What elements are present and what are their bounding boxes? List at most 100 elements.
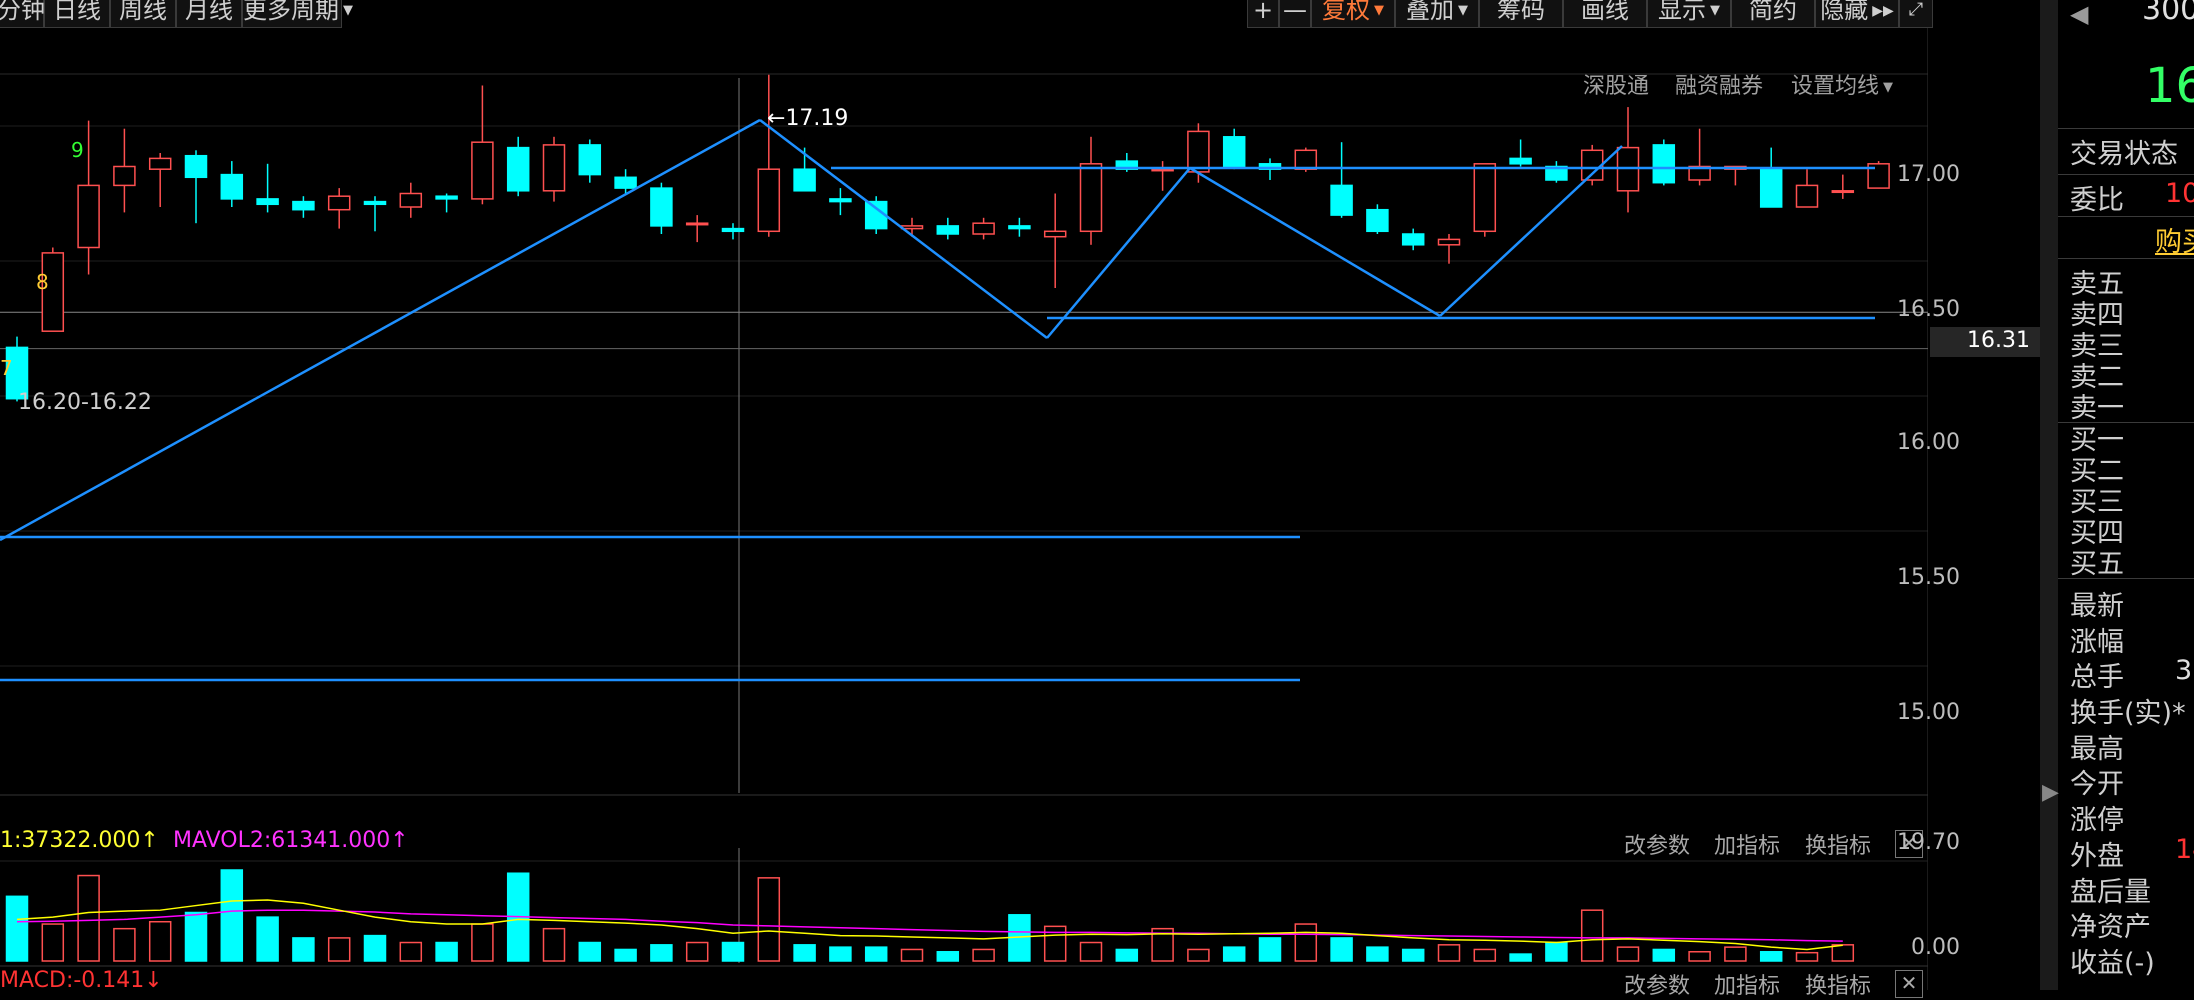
period-day-label: 日线 [53,0,101,24]
margin-trading-label: 融资融券 [1675,74,1764,99]
side-panel-handle[interactable]: ▶ [2040,0,2059,990]
margin-trading-link[interactable]: 融资融券 [1675,68,1763,100]
candle-body [721,227,745,233]
volume-bar [1509,953,1532,962]
volume-bar [864,946,888,962]
volume-bar [1831,944,1855,962]
sz-hk-connect-label: 深股通 [1583,74,1650,99]
candle-body [900,225,924,230]
candle-body [936,225,960,235]
volume-bar [1258,937,1282,962]
divider [2058,216,2194,217]
divider [2058,578,2194,579]
volume-bar [1187,948,1210,962]
volume-bar [399,941,423,962]
macd-edit-params-button[interactable]: 改参数 [1624,968,1690,1000]
volume-bar [793,944,816,962]
candle-body [1795,184,1819,208]
count-8-label: 8 [36,270,49,294]
period-month-button[interactable]: 月线 [176,0,242,28]
volume-bar [1366,946,1389,962]
candle-body [1831,190,1855,194]
macd-close-icon[interactable]: ✕ [1895,970,1923,998]
buy-button[interactable]: 购买 [2155,220,2194,259]
candle-body [435,195,458,200]
adjust-rights-dropdown[interactable]: 复权 ▼ [1311,0,1395,28]
mavol1-value: 1:37322.000 [0,828,141,853]
stat-high: 最高 [2070,734,2124,765]
volume-bar [757,877,781,962]
zoom-out-button[interactable]: — [1279,0,1311,28]
volume-bar [1330,937,1353,962]
macd-switch-indicator-label: 换指标 [1805,974,1872,999]
macd-edit-params-label: 改参数 [1624,974,1691,999]
more-periods-dropdown[interactable]: 更多周期 ▼ [242,0,353,28]
volume-bar [1222,946,1246,962]
candle-body [1043,230,1067,238]
candle-body [1401,233,1425,246]
period-week-button[interactable]: 周线 [110,0,176,28]
vol-switch-indicator-button[interactable]: 换指标 [1805,828,1871,860]
trend-line [1439,145,1623,317]
candle-body [829,198,852,203]
back-arrow-icon[interactable]: ◀ [2070,0,2088,28]
volume-bar [685,941,709,962]
volume-bar [1616,946,1640,962]
period-minute-button[interactable]: 分钟 [0,0,45,28]
macd-add-indicator-button[interactable]: 加指标 [1714,968,1780,1000]
chips-label: 筹码 [1497,0,1545,24]
price-1500: 15.00 [1897,700,1960,725]
volume-bar [327,937,351,962]
arrow-up-icon: ↑ [140,828,159,853]
price-1550: 15.50 [1897,565,1960,590]
candle-body [685,222,709,226]
candle-body [1008,225,1031,230]
volume-bar [256,916,279,962]
vol-axis-bottom-value: 0.00 [1911,935,1960,960]
peak-price-label: ←17.19 [767,106,848,131]
volume-bar [1079,941,1103,962]
macd-switch-indicator-button[interactable]: 换指标 [1805,968,1871,1000]
vol-add-indicator-button[interactable]: 加指标 [1714,828,1780,860]
volume-bar [1115,948,1139,962]
set-ma-label: 设置均线 [1791,74,1880,99]
stat-net-assets: 净资产 [2070,912,2151,943]
volume-bar [113,927,136,962]
draw-line-button[interactable]: 画线 [1563,0,1647,28]
zoom-in-button[interactable]: + [1247,0,1279,28]
period-minute-label: 分钟 [0,0,45,24]
chips-button[interactable]: 筹码 [1479,0,1563,28]
volume-bar [1652,948,1676,962]
hide-button[interactable]: 隐藏 ▶▶ [1815,0,1899,28]
divider [2058,128,2194,129]
stat-total-volume-value: 3 [2175,655,2193,686]
bid-ratio-value: 10 [2165,178,2194,209]
candle-body [399,192,423,208]
candle-body [1151,168,1174,172]
volume-bar [1759,951,1783,962]
fullscreen-icon[interactable]: ⤢ [1899,0,1933,28]
volume-bar [5,895,29,962]
candle-body [1222,136,1246,168]
candle-body [1294,149,1318,170]
display-dropdown[interactable]: 显示 ▼ [1647,0,1731,28]
period-month-label: 月线 [185,0,233,24]
zoom-in-label: + [1252,0,1274,24]
candle-body [184,154,208,179]
volume-bar [1294,923,1318,962]
period-day-button[interactable]: 日线 [44,0,110,28]
candle-body [1652,144,1676,184]
candle-body [972,222,995,235]
simple-mode-button[interactable]: 简约 [1731,0,1815,28]
current-price-tag: 16.31 [1930,327,2040,357]
sz-hk-connect-link[interactable]: 深股通 [1583,68,1649,100]
set-ma-dropdown[interactable]: 设置均线 ▼ [1791,68,1893,100]
vol-edit-params-button[interactable]: 改参数 [1624,828,1690,860]
candle-body [542,144,566,192]
overlay-dropdown[interactable]: 叠加 ▼ [1395,0,1479,28]
volume-bar [184,911,208,962]
count-7-label: 7 [0,356,13,380]
stat-eps: 收益(-) [2070,948,2155,979]
vol-add-indicator-label: 加指标 [1714,834,1781,859]
stat-change-pct: 涨幅 [2070,627,2124,658]
